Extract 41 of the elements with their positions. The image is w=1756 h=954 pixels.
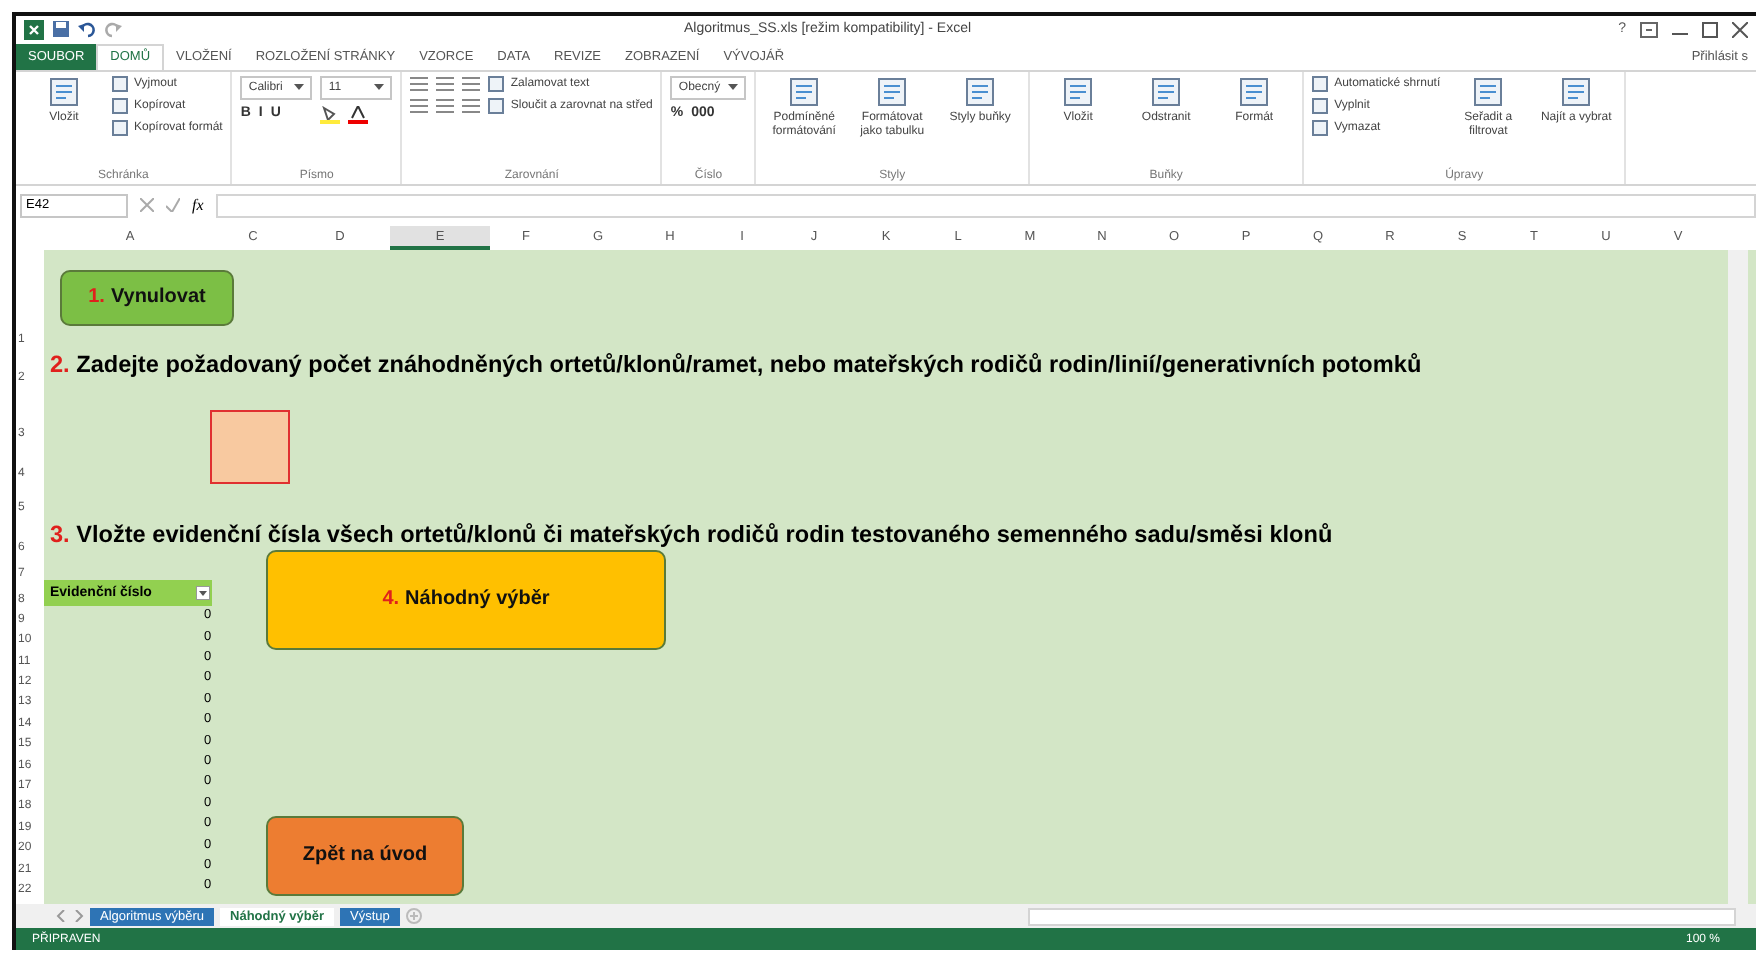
formula-input[interactable] xyxy=(215,193,1756,218)
align-icon[interactable] xyxy=(462,75,481,92)
align-icon[interactable] xyxy=(436,97,455,114)
document-icon xyxy=(1560,75,1593,108)
caret-icon xyxy=(374,84,385,91)
document-icon xyxy=(788,75,821,108)
document-icon xyxy=(48,75,80,108)
document-icon xyxy=(964,75,997,108)
fill-color-icon[interactable] xyxy=(320,105,341,124)
spreadsheet-logo-icon xyxy=(24,19,44,40)
filter-dropdown-icon[interactable] xyxy=(196,585,210,600)
font-color-icon[interactable] xyxy=(348,105,369,124)
document-icon xyxy=(1472,75,1505,108)
close-icon[interactable] xyxy=(1732,21,1748,38)
align-icon[interactable] xyxy=(436,75,455,92)
align-icon[interactable] xyxy=(410,75,429,92)
cancel-icon[interactable] xyxy=(140,198,154,213)
horizontal-scrollbar[interactable] xyxy=(1027,907,1736,926)
macro-button[interactable]: Zpět na úvod xyxy=(266,815,464,896)
undo-icon[interactable] xyxy=(78,20,96,39)
redo-icon[interactable] xyxy=(104,20,122,39)
insert-function-button[interactable]: fx xyxy=(192,196,204,215)
ribbon-display-icon[interactable] xyxy=(1640,21,1658,38)
caret-icon xyxy=(294,84,305,91)
tab-scroll-icon[interactable] xyxy=(56,910,84,923)
align-icon[interactable] xyxy=(410,97,429,114)
caret-icon xyxy=(728,84,739,91)
save-icon[interactable] xyxy=(52,20,70,39)
maximize-icon[interactable] xyxy=(1702,21,1718,38)
vertical-scrollbar[interactable] xyxy=(1728,249,1748,905)
document-icon xyxy=(1150,75,1183,108)
instruction-text: 3. Vložte evidenční čísla všech ortetů/klonů či mateřských rodičů rodin testovaného semenného sadu/směsi klonů xyxy=(48,519,1333,548)
document-icon xyxy=(1062,75,1095,108)
check-icon[interactable] xyxy=(166,198,180,213)
document-icon xyxy=(1238,75,1271,108)
macro-button[interactable]: 4. Náhodný výběr xyxy=(266,549,666,650)
align-icon[interactable] xyxy=(462,97,481,114)
document-icon xyxy=(876,75,909,108)
input-cell[interactable] xyxy=(210,409,290,484)
instruction-text: 2. Zadejte požadovaný počet znáhodněných ortetů/klonů/ramet, nebo mateřských rodičů rodin/linií/generativních potomků xyxy=(48,350,1422,379)
macro-button[interactable]: 1. Vynulovat xyxy=(60,269,234,326)
